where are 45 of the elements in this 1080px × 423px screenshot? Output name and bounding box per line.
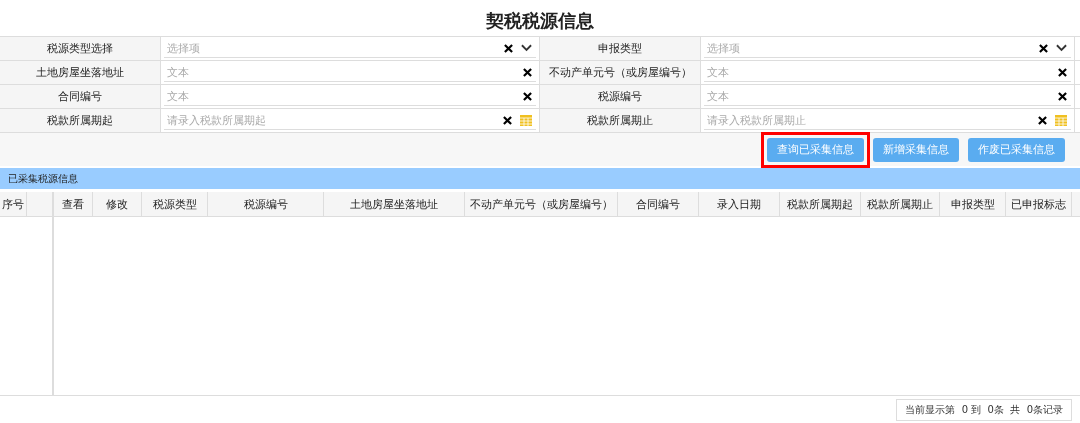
input-field[interactable]: 文本 [167,89,515,103]
action-button[interactable]: 作废已采集信息 [968,137,1065,162]
clear-icon[interactable] [523,91,532,101]
clear-icon[interactable] [503,115,512,125]
chevron-down-icon[interactable] [521,44,532,52]
column-header: 合同编号 [618,192,699,216]
column-header: 土地房屋坐落地址 [324,192,465,216]
field-label: 土地房屋坐落地址 [0,61,160,84]
column-header: 税源类型 [142,192,208,216]
column-header: 录入日期 [699,192,780,216]
clear-icon[interactable] [504,43,513,53]
input-field[interactable]: 选择项 [167,41,496,55]
chevron-down-icon[interactable] [1056,44,1067,52]
pagination-info: 当前显示第 0 到 0条 共 0条记录 [896,398,1072,421]
input-field[interactable]: 选择项 [707,41,1031,55]
input-field[interactable]: 请录入税款所属期起 [167,113,495,127]
clear-icon[interactable] [1058,91,1067,101]
field-label: 税款所属期起 [0,109,160,132]
input-field[interactable]: 文本 [707,89,1050,103]
action-button[interactable]: 新增采集信息 [873,137,959,162]
field-label: 合同编号 [0,85,160,108]
clear-icon[interactable] [1058,67,1067,77]
page-title: 契税税源信息 [485,9,595,33]
column-header: 修改 [93,192,142,216]
clear-icon[interactable] [1039,43,1048,53]
field-label: 不动产单元号（或房屋编号） [540,61,700,84]
field-label: 税源编号 [540,85,700,108]
column-header: 税源编号 [208,192,324,216]
field-label: 申报类型 [540,37,700,60]
column-header: 申报类型 [940,192,1006,216]
column-header: 查看 [54,192,93,216]
input-field[interactable]: 请录入税款所属期止 [707,113,1030,127]
column-header: 税款所属期起 [780,192,861,216]
action-button[interactable]: 查询已采集信息 [767,137,864,162]
column-header: 税款所属期止 [861,192,940,216]
field-label: 税源类型选择 [0,37,160,60]
field-label: 税款所属期止 [540,109,700,132]
column-header: 序号 [0,192,27,216]
clear-icon[interactable] [1038,115,1047,125]
input-field[interactable]: 文本 [167,65,515,79]
column-header: 不动产单元号（或房屋编号） [465,192,618,216]
column-header: 已申报标志 [1006,192,1072,216]
clear-icon[interactable] [523,67,532,77]
section-header: 已采集税源信息 [0,168,1080,189]
input-field[interactable]: 文本 [707,65,1050,79]
